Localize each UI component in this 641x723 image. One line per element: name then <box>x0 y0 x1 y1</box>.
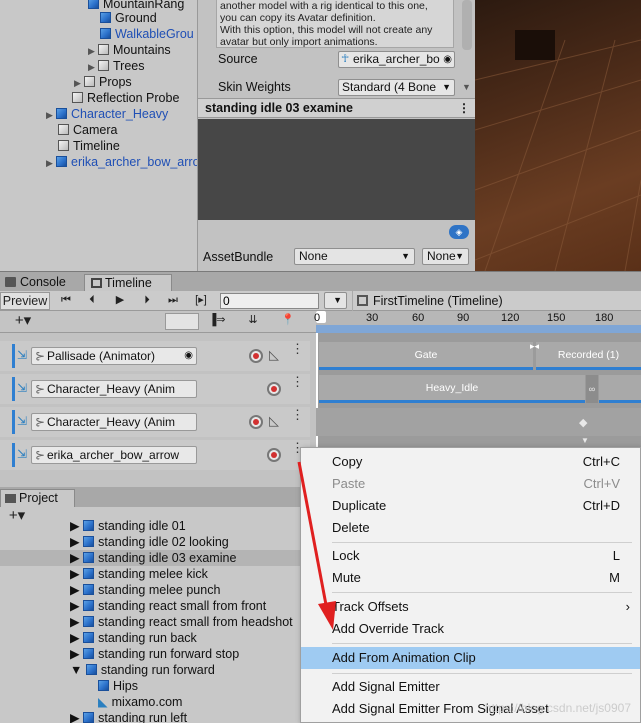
annotation-arrow <box>297 461 336 630</box>
